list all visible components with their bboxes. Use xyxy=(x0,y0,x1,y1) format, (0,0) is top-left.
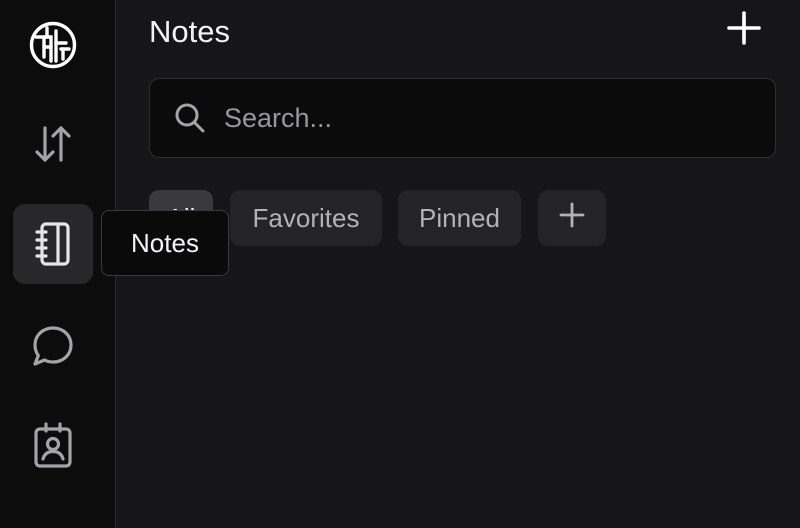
filter-chip-favorites[interactable]: Favorites xyxy=(230,190,382,246)
search-icon xyxy=(174,102,206,134)
circuit-logo-icon[interactable] xyxy=(29,21,77,69)
contact-card-icon xyxy=(31,421,75,469)
filter-chip-pinned[interactable]: Pinned xyxy=(398,190,521,246)
sidebar-tooltip: Notes xyxy=(101,210,229,276)
search-bar xyxy=(149,78,776,158)
add-filter-button[interactable] xyxy=(538,190,606,246)
sidebar-item-chat[interactable] xyxy=(13,306,93,386)
sidebar-item-contacts[interactable] xyxy=(13,405,93,485)
arrows-up-down-icon xyxy=(31,122,75,166)
sidebar-item-transfer[interactable] xyxy=(13,104,93,184)
chat-bubble-icon xyxy=(30,323,76,369)
sidebar-rail xyxy=(0,0,116,528)
page-title: Notes xyxy=(149,14,230,49)
notebook-icon xyxy=(31,220,75,268)
search-input[interactable] xyxy=(222,92,775,144)
sidebar-item-notes[interactable] xyxy=(13,204,93,284)
plus-icon xyxy=(559,202,585,235)
plus-icon xyxy=(726,10,762,51)
add-note-button[interactable] xyxy=(724,10,764,50)
